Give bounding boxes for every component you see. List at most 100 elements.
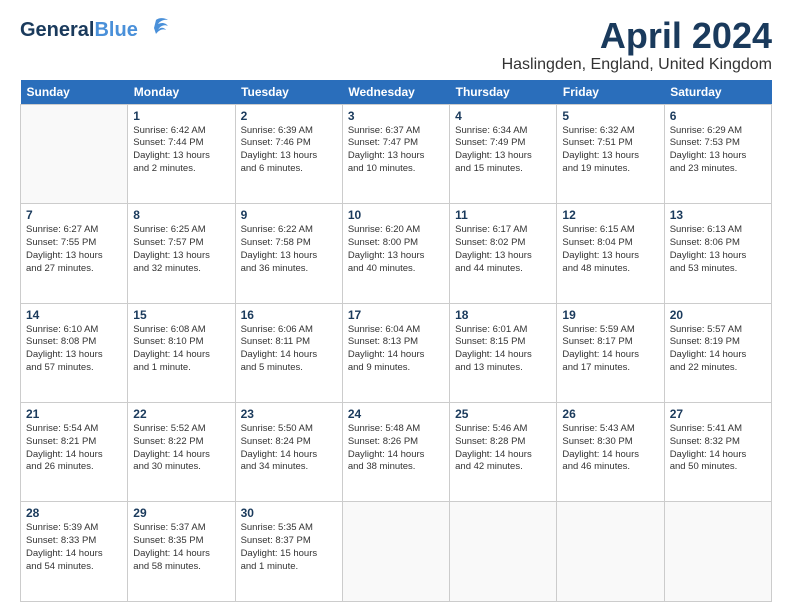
day-info: Sunrise: 5:50 AMSunset: 8:24 PMDaylight:… (241, 423, 337, 474)
day-info: Sunrise: 5:41 AMSunset: 8:32 PMDaylight:… (670, 423, 766, 474)
day-number: 14 (26, 308, 122, 322)
month-title: April 2024 (502, 16, 772, 56)
calendar-cell: 17 Sunrise: 6:04 AMSunset: 8:13 PMDayligh… (342, 303, 449, 402)
day-info: Sunrise: 5:57 AMSunset: 8:19 PMDaylight:… (670, 324, 766, 375)
day-info: Sunrise: 6:42 AMSunset: 7:44 PMDaylight:… (133, 125, 229, 176)
day-number: 22 (133, 407, 229, 421)
title-area: April 2024 Haslingden, England, United K… (502, 16, 772, 74)
day-number: 19 (562, 308, 658, 322)
calendar-cell: 6Sunrise: 6:29 AMSunset: 7:53 PMDaylight… (664, 104, 771, 203)
day-number: 11 (455, 208, 551, 222)
day-info: Sunrise: 6:39 AMSunset: 7:46 PMDaylight:… (241, 125, 337, 176)
day-info: Sunrise: 5:37 AMSunset: 8:35 PMDaylight:… (133, 522, 229, 573)
calendar-cell: 7 Sunrise: 6:27 AMSunset: 7:55 PMDaylight… (21, 204, 128, 303)
calendar-cell: 18 Sunrise: 6:01 AMSunset: 8:15 PMDayligh… (450, 303, 557, 402)
day-info: Sunrise: 6:15 AMSunset: 8:04 PMDaylight:… (562, 224, 658, 275)
day-info: Sunrise: 6:27 AMSunset: 7:55 PMDaylight:… (26, 224, 122, 275)
day-number: 13 (670, 208, 766, 222)
day-info: Sunrise: 6:32 AMSunset: 7:51 PMDaylight:… (562, 125, 658, 176)
day-info: Sunrise: 6:34 AMSunset: 7:49 PMDaylight:… (455, 125, 551, 176)
day-info: Sunrise: 5:59 AMSunset: 8:17 PMDaylight:… (562, 324, 658, 375)
day-info: Sunrise: 6:37 AMSunset: 7:47 PMDaylight:… (348, 125, 444, 176)
day-info: Sunrise: 6:25 AMSunset: 7:57 PMDaylight:… (133, 224, 229, 275)
day-number: 12 (562, 208, 658, 222)
day-headers: SundayMondayTuesdayWednesdayThursdayFrid… (21, 80, 772, 105)
calendar-cell: 22 Sunrise: 5:52 AMSunset: 8:22 PMDayligh… (128, 403, 235, 502)
day-header-saturday: Saturday (664, 80, 771, 105)
day-number: 17 (348, 308, 444, 322)
calendar-cell: 21 Sunrise: 5:54 AMSunset: 8:21 PMDayligh… (21, 403, 128, 502)
calendar-cell: 14 Sunrise: 6:10 AMSunset: 8:08 PMDayligh… (21, 303, 128, 402)
day-number: 1 (133, 109, 229, 123)
calendar-cell: 13 Sunrise: 6:13 AMSunset: 8:06 PMDayligh… (664, 204, 771, 303)
day-info: Sunrise: 6:20 AMSunset: 8:00 PMDaylight:… (348, 224, 444, 275)
day-header-sunday: Sunday (21, 80, 128, 105)
calendar-cell: 19 Sunrise: 5:59 AMSunset: 8:17 PMDayligh… (557, 303, 664, 402)
calendar-cell (342, 502, 449, 602)
week-row-5: 28 Sunrise: 5:39 AMSunset: 8:33 PMDayligh… (21, 502, 772, 602)
day-number: 25 (455, 407, 551, 421)
day-info: Sunrise: 6:04 AMSunset: 8:13 PMDaylight:… (348, 324, 444, 375)
calendar-cell: 2 Sunrise: 6:39 AMSunset: 7:46 PMDaylight… (235, 104, 342, 203)
day-number: 9 (241, 208, 337, 222)
day-number: 18 (455, 308, 551, 322)
week-row-3: 14 Sunrise: 6:10 AMSunset: 8:08 PMDayligh… (21, 303, 772, 402)
day-number: 5 (562, 109, 658, 123)
week-row-4: 21 Sunrise: 5:54 AMSunset: 8:21 PMDayligh… (21, 403, 772, 502)
day-number: 27 (670, 407, 766, 421)
day-info: Sunrise: 6:13 AMSunset: 8:06 PMDaylight:… (670, 224, 766, 275)
day-number: 4 (455, 109, 551, 123)
calendar-cell: 3 Sunrise: 6:37 AMSunset: 7:47 PMDaylight… (342, 104, 449, 203)
day-number: 23 (241, 407, 337, 421)
location: Haslingden, England, United Kingdom (502, 56, 772, 74)
calendar-cell: 9 Sunrise: 6:22 AMSunset: 7:58 PMDaylight… (235, 204, 342, 303)
calendar-cell: 27 Sunrise: 5:41 AMSunset: 8:32 PMDayligh… (664, 403, 771, 502)
day-header-thursday: Thursday (450, 80, 557, 105)
calendar-cell (664, 502, 771, 602)
calendar-cell: 10 Sunrise: 6:20 AMSunset: 8:00 PMDayligh… (342, 204, 449, 303)
day-info: Sunrise: 6:06 AMSunset: 8:11 PMDaylight:… (241, 324, 337, 375)
day-number: 30 (241, 506, 337, 520)
day-info: Sunrise: 5:48 AMSunset: 8:26 PMDaylight:… (348, 423, 444, 474)
day-info: Sunrise: 5:43 AMSunset: 8:30 PMDaylight:… (562, 423, 658, 474)
week-row-1: 1 Sunrise: 6:42 AMSunset: 7:44 PMDaylight… (21, 104, 772, 203)
day-number: 15 (133, 308, 229, 322)
day-header-tuesday: Tuesday (235, 80, 342, 105)
day-number: 16 (241, 308, 337, 322)
day-info: Sunrise: 6:17 AMSunset: 8:02 PMDaylight:… (455, 224, 551, 275)
day-header-friday: Friday (557, 80, 664, 105)
calendar-cell: 29 Sunrise: 5:37 AMSunset: 8:35 PMDayligh… (128, 502, 235, 602)
day-number: 21 (26, 407, 122, 421)
calendar-cell: 30 Sunrise: 5:35 AMSunset: 8:37 PMDayligh… (235, 502, 342, 602)
day-info: Sunrise: 5:39 AMSunset: 8:33 PMDaylight:… (26, 522, 122, 573)
day-info: Sunrise: 5:46 AMSunset: 8:28 PMDaylight:… (455, 423, 551, 474)
day-number: 2 (241, 109, 337, 123)
calendar-cell: 15Sunrise: 6:08 AMSunset: 8:10 PMDayligh… (128, 303, 235, 402)
calendar-cell: 11 Sunrise: 6:17 AMSunset: 8:02 PMDayligh… (450, 204, 557, 303)
calendar-cell: 20 Sunrise: 5:57 AMSunset: 8:19 PMDayligh… (664, 303, 771, 402)
day-number: 3 (348, 109, 444, 123)
logo-bird-icon (142, 16, 170, 38)
day-number: 20 (670, 308, 766, 322)
day-number: 29 (133, 506, 229, 520)
day-header-wednesday: Wednesday (342, 80, 449, 105)
calendar-cell (557, 502, 664, 602)
day-info: Sunrise: 6:01 AMSunset: 8:15 PMDaylight:… (455, 324, 551, 375)
calendar-cell: 26Sunrise: 5:43 AMSunset: 8:30 PMDayligh… (557, 403, 664, 502)
calendar-cell: 8Sunrise: 6:25 AMSunset: 7:57 PMDaylight… (128, 204, 235, 303)
day-info: Sunrise: 5:54 AMSunset: 8:21 PMDaylight:… (26, 423, 122, 474)
day-number: 28 (26, 506, 122, 520)
day-info: Sunrise: 5:52 AMSunset: 8:22 PMDaylight:… (133, 423, 229, 474)
day-info: Sunrise: 6:10 AMSunset: 8:08 PMDaylight:… (26, 324, 122, 375)
calendar-cell: 1 Sunrise: 6:42 AMSunset: 7:44 PMDaylight… (128, 104, 235, 203)
day-info: Sunrise: 5:35 AMSunset: 8:37 PMDaylight:… (241, 522, 337, 573)
calendar-cell: 5 Sunrise: 6:32 AMSunset: 7:51 PMDaylight… (557, 104, 664, 203)
day-number: 7 (26, 208, 122, 222)
day-info: Sunrise: 6:22 AMSunset: 7:58 PMDaylight:… (241, 224, 337, 275)
calendar-cell: 28 Sunrise: 5:39 AMSunset: 8:33 PMDayligh… (21, 502, 128, 602)
calendar-table: SundayMondayTuesdayWednesdayThursdayFrid… (20, 80, 772, 602)
calendar-cell (21, 104, 128, 203)
day-number: 10 (348, 208, 444, 222)
calendar-cell: 12 Sunrise: 6:15 AMSunset: 8:04 PMDayligh… (557, 204, 664, 303)
logo-blue: Blue (94, 19, 137, 41)
